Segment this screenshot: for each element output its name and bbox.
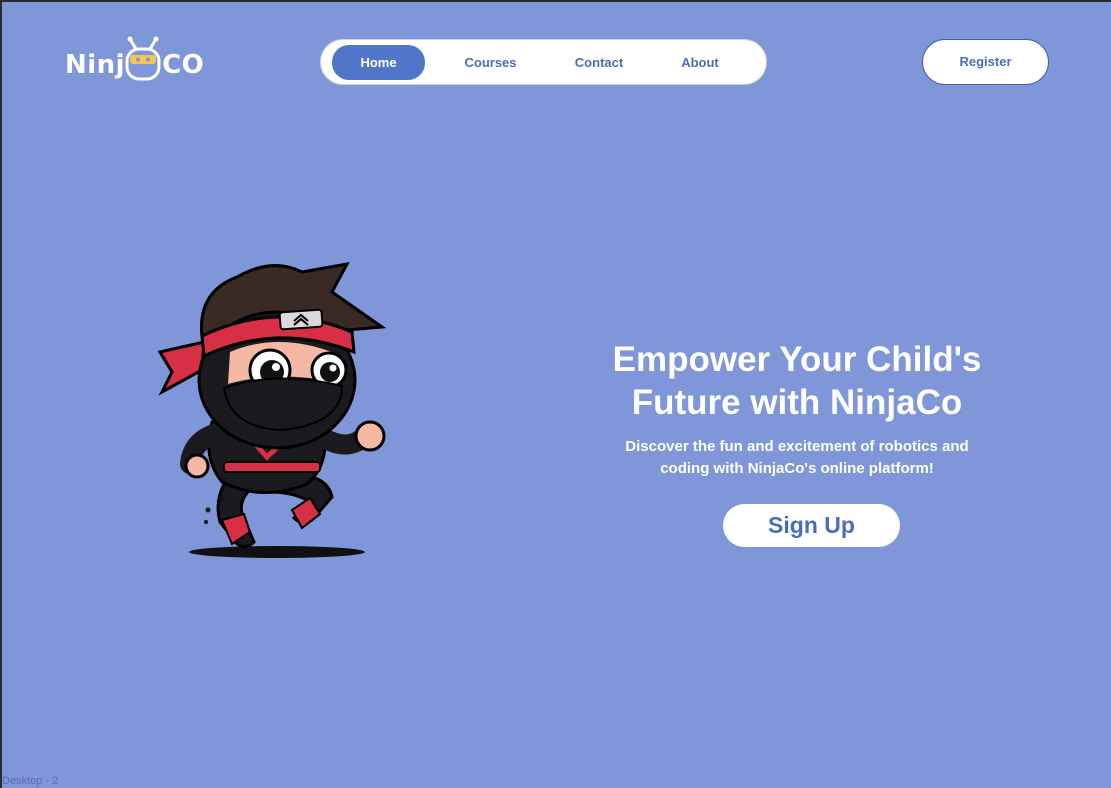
hero-subtitle: Discover the fun and excitement of robot… <box>582 436 1012 480</box>
sign-up-button[interactable]: Sign Up <box>723 504 900 547</box>
ninja-mascot <box>157 261 387 558</box>
brand-logo[interactable]: Ninj CO <box>65 32 204 84</box>
hero-subtitle-line-2: coding with NinjaCo's online platform! <box>660 460 934 477</box>
logo-text-right: CO <box>162 50 205 80</box>
nav-about[interactable]: About <box>659 45 741 80</box>
nav-home[interactable]: Home <box>332 45 425 80</box>
hero-title: Empower Your Child's Future with NinjaCo <box>582 338 1012 424</box>
hero-title-line-2: Future with NinjaCo <box>631 383 963 422</box>
register-button[interactable]: Register <box>922 39 1049 85</box>
nav-contact[interactable]: Contact <box>553 45 645 80</box>
desktop-frame: Ninj CO Home Courses Contact About Regis… <box>2 2 1111 788</box>
logo-text-left: Ninj <box>65 50 126 80</box>
frame-label: Desktop - 2 <box>2 775 59 787</box>
robot-head-icon <box>125 36 161 81</box>
nav-courses[interactable]: Courses <box>443 45 538 80</box>
main-nav: Home Courses Contact About <box>320 39 767 85</box>
hero-title-line-1: Empower Your Child's <box>612 340 982 379</box>
hero-subtitle-line-1: Discover the fun and excitement of robot… <box>625 438 969 455</box>
hero-section: Empower Your Child's Future with NinjaCo… <box>582 338 1012 480</box>
